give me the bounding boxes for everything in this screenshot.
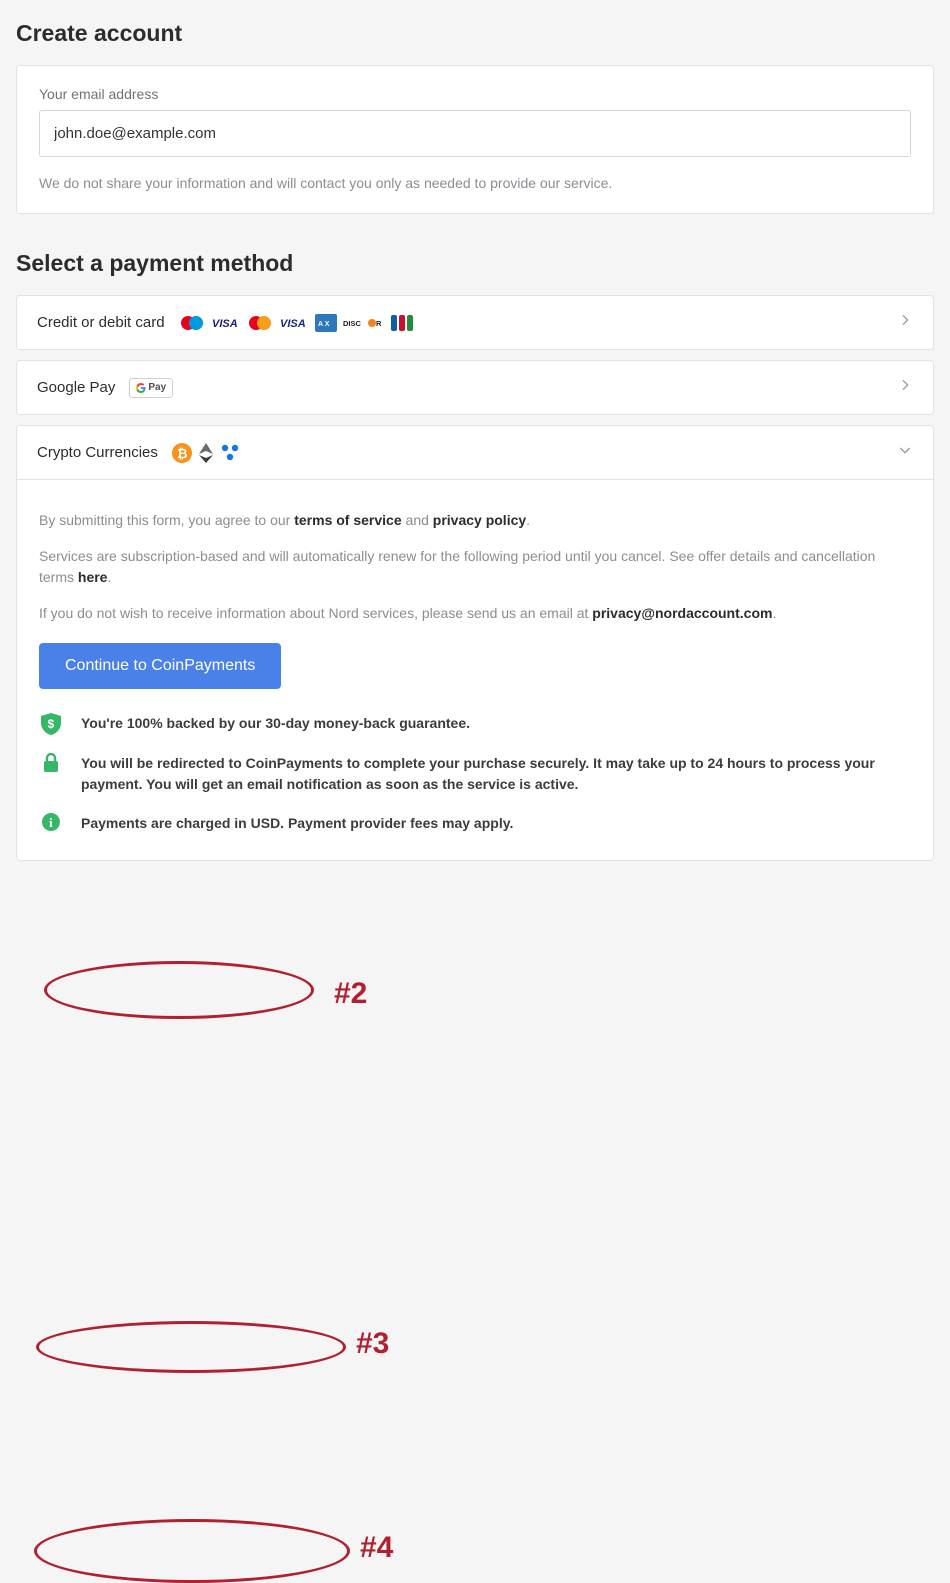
amex-icon: A X [315,314,337,332]
payment-option-googlepay[interactable]: Google Pay Pay [16,360,934,415]
legal-text-fragment: By submitting this form, you agree to ou… [39,512,294,528]
svg-text:$: $ [48,717,55,731]
trust-item-guarantee: $ You're 100% backed by our 30-day money… [39,713,911,735]
ethereum-icon [198,444,214,462]
trust-text: Payments are charged in USD. Payment pro… [81,813,513,834]
payment-method-list: Credit or debit card VISA VISA A X [16,295,934,861]
shield-icon: $ [39,713,63,735]
gpay-icon: Pay [129,378,173,398]
chevron-down-icon [897,442,913,463]
discover-icon: DISC R [343,314,385,332]
ripple-icon [220,444,240,462]
trust-text-content: You will be redirected to CoinPayments t… [81,755,875,792]
payment-option-label: Google Pay [37,379,115,396]
info-icon: i [39,813,63,831]
mastercard-icon [247,314,273,332]
legal-text-optout: If you do not wish to receive informatio… [39,603,911,625]
trust-text-content: You're 100% backed by our 30-day money-b… [81,715,470,731]
payment-option-label: Crypto Currencies [37,444,158,461]
email-helper-text: We do not share your information and wil… [39,175,911,191]
legal-text-subscription: Services are subscription-based and will… [39,546,911,589]
jcb-icon [391,314,413,332]
chevron-right-icon [897,312,913,333]
chevron-right-icon [897,377,913,398]
legal-text-fragment: . [526,512,530,528]
trust-text-content: Payments are charged in USD. Payment pro… [81,815,513,831]
create-account-card: Your email address We do not share your … [16,65,934,214]
svg-text:₿: ₿ [177,446,188,461]
legal-text-fragment: Services are subscription-based and will… [39,548,875,586]
legal-text-fragment: If you do not wish to receive informatio… [39,605,592,621]
trust-text: You're 100% backed by our 30-day money-b… [81,713,470,734]
crypto-icons: ₿ [172,444,240,462]
svg-text:i: i [49,815,53,830]
create-account-title: Create account [16,20,934,47]
trust-item-fees: i Payments are charged in USD. Payment p… [39,813,911,834]
visa-icon: VISA [211,314,241,332]
payment-option-crypto[interactable]: Crypto Currencies ₿ [16,425,934,480]
legal-text-fragment: and [402,512,433,528]
trust-list: $ You're 100% backed by our 30-day money… [39,713,911,834]
googlepay-icons: Pay [129,378,173,398]
svg-text:VISA: VISA [280,318,306,330]
here-link[interactable]: here [78,569,108,585]
maestro-icon [179,314,205,332]
legal-text-fragment: . [107,569,111,585]
svg-text:R: R [376,319,382,328]
lock-icon [39,753,63,773]
legal-text-fragment: . [772,605,776,621]
svg-text:VISA: VISA [212,318,238,330]
bitcoin-icon: ₿ [172,444,192,462]
email-field[interactable] [39,110,911,157]
trust-item-redirect: You will be redirected to CoinPayments t… [39,753,911,795]
card-brand-icons: VISA VISA A X DISC R [179,314,413,332]
svg-text:A X: A X [318,321,330,328]
trust-text: You will be redirected to CoinPayments t… [81,753,911,795]
privacy-link[interactable]: privacy policy [433,512,526,528]
tos-link[interactable]: terms of service [294,512,401,528]
payment-option-label: Credit or debit card [37,314,165,331]
crypto-expanded-body: By submitting this form, you agree to ou… [16,480,934,861]
legal-text-tos: By submitting this form, you agree to ou… [39,510,911,532]
email-label: Your email address [39,86,911,102]
visa-dark-icon: VISA [279,314,309,332]
continue-button[interactable]: Continue to CoinPayments [39,643,281,689]
svg-text:DISC: DISC [343,319,362,328]
payment-method-title: Select a payment method [16,250,934,277]
contact-email-link[interactable]: privacy@nordaccount.com [592,605,772,621]
payment-option-card[interactable]: Credit or debit card VISA VISA A X [16,295,934,350]
